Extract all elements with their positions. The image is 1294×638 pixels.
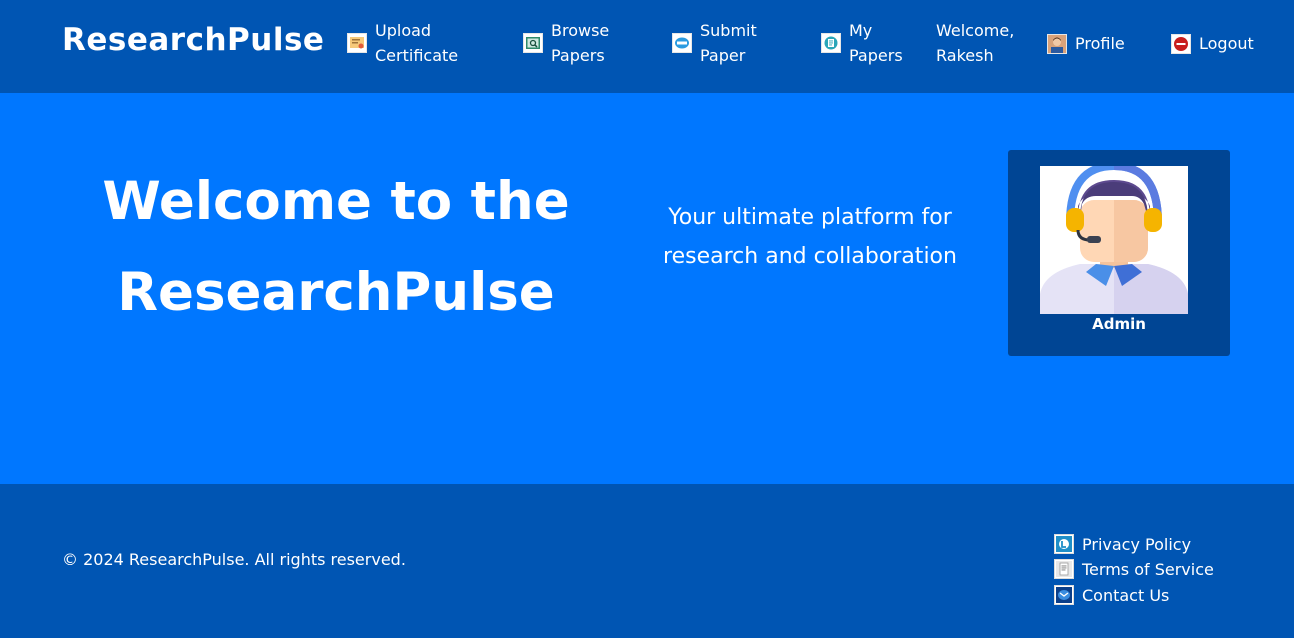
my-papers-icon [821,33,841,53]
nav-upload-line1: Upload [375,21,432,40]
hero-subtitle-line1: Your ultimate platform for [668,205,952,230]
terms-icon [1054,559,1074,579]
terms-of-service-label: Terms of Service [1082,559,1214,579]
contact-us-label: Contact Us [1082,585,1170,605]
hero-title-line1: Welcome to the [102,171,570,232]
nav-submit-paper[interactable]: Submit Paper [672,18,757,68]
submit-paper-icon [672,33,692,53]
nav-browse-line2: Papers [551,46,605,65]
admin-card[interactable]: Admin [1008,150,1230,356]
footer: © 2024 ResearchPulse. All rights reserve… [0,484,1294,638]
nav-submit-line1: Submit [700,21,757,40]
profile-avatar-icon [1047,33,1067,54]
nav-logout[interactable]: Logout [1171,31,1254,56]
nav-browse-line1: Browse [551,21,610,40]
nav-mypapers-line2: Papers [849,46,903,65]
nav-profile[interactable]: Profile [1047,31,1125,56]
nav-profile-label: Profile [1075,34,1125,53]
browse-papers-icon [523,33,543,53]
logout-icon [1171,33,1191,54]
brand-logo-text[interactable]: ResearchPulse [62,22,324,58]
hero-subtitle-line2: research and collaboration [663,244,957,269]
footer-link-contact-us[interactable]: Contact Us [1054,585,1169,605]
nav-browse-papers[interactable]: Browse Papers [523,18,609,68]
admin-name: Admin [1092,315,1146,333]
nav-upload-line2: Certificate [375,46,459,65]
welcome-user-text: Welcome, Rakesh [936,18,1014,68]
nav-logout-label: Logout [1199,34,1254,53]
privacy-icon [1054,534,1074,554]
nav-mypapers-line1: My [849,21,873,40]
nav-upload-certificate[interactable]: Upload Certificate [347,18,458,68]
hero-subtitle: Your ultimate platform for research and … [625,198,995,276]
hero-title-line2: ResearchPulse [117,262,555,323]
hero-section: Welcome to the ResearchPulse Your ultima… [0,93,1294,484]
admin-avatar-image [1040,166,1188,314]
copyright-text: © 2024 ResearchPulse. All rights reserve… [62,550,406,569]
nav-my-papers[interactable]: My Papers [821,18,903,68]
privacy-policy-label: Privacy Policy [1082,534,1192,554]
top-navbar: ResearchPulse Upload Certificate Browse … [0,0,1294,93]
welcome-username: Rakesh [936,46,994,65]
footer-link-privacy-policy[interactable]: Privacy Policy [1054,534,1191,554]
contact-icon [1054,585,1074,605]
hero-title: Welcome to the ResearchPulse [0,156,672,338]
nav-submit-line2: Paper [700,46,746,65]
footer-link-terms-of-service[interactable]: Terms of Service [1054,559,1214,579]
certificate-icon [347,33,367,53]
welcome-line1: Welcome, [936,21,1015,40]
